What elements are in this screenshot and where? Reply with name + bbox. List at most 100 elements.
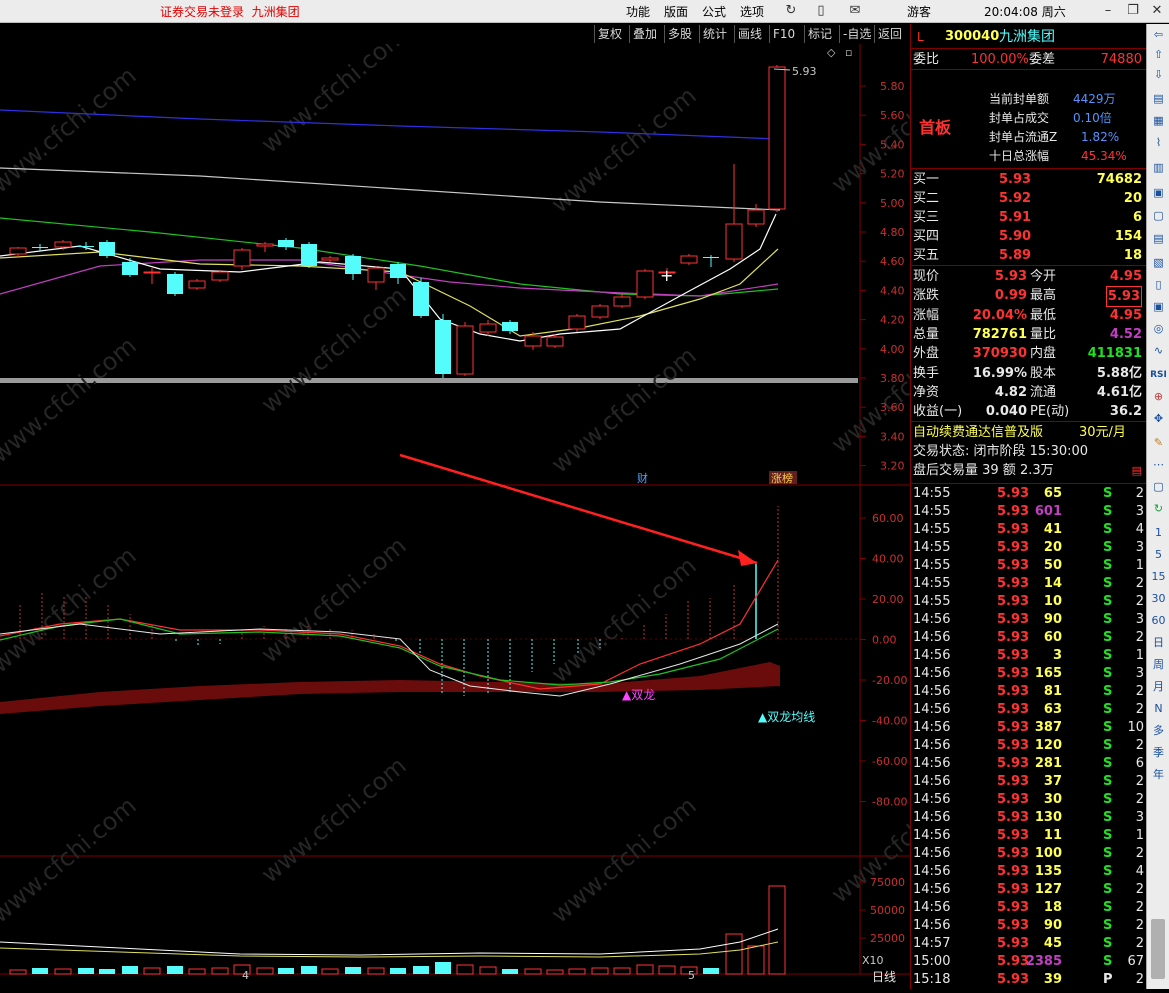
menu-function[interactable]: 功能 [626, 3, 650, 20]
period-button[interactable]: 15 [1149, 568, 1168, 586]
candle-icon[interactable]: ▯ [1149, 276, 1168, 294]
close-icon[interactable]: ✕ [1148, 2, 1166, 20]
draw-line-button[interactable]: 画线 [734, 25, 765, 43]
tick-volume: 18 [1043, 900, 1062, 915]
tick-side: S [1103, 828, 1113, 843]
seal-value: 1.82% [1081, 130, 1120, 144]
book-icon[interactable]: ▧ [1149, 254, 1168, 272]
bid-row[interactable]: 买三 5.91 6 [911, 208, 1146, 227]
bid-row[interactable]: 买五 5.89 18 [911, 246, 1146, 265]
chart-icon[interactable]: ⌇ [1149, 134, 1168, 152]
arrow-down-icon[interactable]: ⇩ [1149, 66, 1168, 84]
seal-line: 封单占成交 0.10倍 [911, 109, 1146, 128]
rsi-button[interactable]: RSI [1149, 366, 1168, 384]
fs-icon[interactable]: ▢ [1149, 478, 1168, 496]
panel-toggle-icon[interactable]: ▫ [845, 46, 852, 59]
period-button[interactable]: 年 [1149, 766, 1168, 784]
favorites-button[interactable]: -自选 [839, 25, 874, 43]
bid-volume: 6 [1132, 210, 1142, 225]
pan-icon[interactable]: ✥ [1149, 410, 1168, 428]
marker-limit-up[interactable]: 涨榜 [771, 471, 793, 485]
statistics-button[interactable]: 统计 [699, 25, 730, 43]
tick-count: 6 [1135, 756, 1144, 771]
period-button[interactable]: 周 [1149, 656, 1168, 674]
bid-row[interactable]: 买四 5.90 154 [911, 227, 1146, 246]
bid-price: 5.90 [999, 229, 1032, 244]
period-daily-tab[interactable]: 日线 [872, 970, 896, 984]
mark-button[interactable]: 标记 [804, 25, 835, 43]
refresh-icon[interactable]: ↻ [782, 2, 800, 20]
menu-layout[interactable]: 版面 [664, 3, 688, 20]
title-bar: 证券交易未登录 九洲集团 功能 版面 公式 选项 ↻ ▯ ✉ 游客 20:04:… [0, 0, 1169, 23]
candle-body [456, 325, 474, 375]
chart-area[interactable]: www.cfchi.com www.cfchi.com www.cfchi.com w… [0, 21, 982, 989]
bid-row[interactable]: 买二 5.92 20 [911, 189, 1146, 208]
document-icon[interactable]: ▯ [812, 2, 830, 20]
fin-icon[interactable]: ▢ [1149, 207, 1168, 225]
tick-side: S [1103, 612, 1113, 627]
period-button[interactable]: 日 [1149, 634, 1168, 652]
pencil-icon[interactable]: ✎ [1149, 434, 1168, 452]
watermark-text: www.cfchi.com [546, 791, 702, 928]
period-button[interactable]: 5 [1149, 546, 1168, 564]
volume-bar [456, 964, 474, 975]
list-icon[interactable]: ▤ [1149, 90, 1168, 108]
bid-row[interactable]: 买一 5.93 74682 [911, 170, 1146, 189]
arrow-left-icon[interactable]: ⇦ [1149, 26, 1168, 44]
period-button[interactable]: 60 [1149, 612, 1168, 630]
candle-body [768, 66, 786, 210]
window-icon[interactable]: ▣ [1149, 298, 1168, 316]
period-button[interactable]: 月 [1149, 678, 1168, 696]
marker-finance[interactable]: 财 [637, 471, 648, 485]
mail-icon[interactable]: ✉ [846, 2, 864, 20]
after-hours: 盘后交易量 39 额 2.3万 [913, 463, 1054, 478]
tick-count: 67 [1127, 954, 1144, 969]
stat-row: 总量 782761 量比 4.52 [911, 325, 1146, 344]
tick-volume: 65 [1043, 486, 1062, 501]
tick-time: 14:55 [913, 558, 951, 573]
menu-formula[interactable]: 公式 [702, 3, 726, 20]
kline-chart-svg[interactable]: www.cfchi.com www.cfchi.com www.cfchi.com w… [0, 21, 982, 989]
promo-price[interactable]: 30元/月 [1079, 423, 1126, 442]
multi-stock-button[interactable]: 多股 [664, 25, 695, 43]
period-button[interactable]: 1 [1149, 524, 1168, 542]
period-button[interactable]: N [1149, 700, 1168, 718]
grid-icon[interactable]: ▦ [1149, 112, 1168, 130]
circle-icon[interactable]: ◎ [1149, 320, 1168, 338]
news-icon[interactable]: ▤ [1149, 230, 1168, 248]
dragon-band [0, 662, 780, 714]
period-button[interactable]: 30 [1149, 590, 1168, 608]
scroll-separator[interactable] [0, 378, 858, 383]
dashes-icon[interactable]: ⋯ [1149, 456, 1168, 474]
table-icon[interactable]: ▥ [1149, 159, 1168, 177]
tick-time: 14:56 [913, 648, 951, 663]
volume-bar [747, 945, 765, 975]
volume-bar [524, 968, 542, 975]
login-warning[interactable]: 证券交易未登录 九洲集团 [160, 3, 300, 20]
zoom-icon[interactable]: ⊕ [1149, 388, 1168, 406]
tick-time: 14:56 [913, 918, 951, 933]
stack-icon[interactable]: ▣ [1149, 184, 1168, 202]
period-button[interactable]: 多 [1149, 722, 1168, 740]
f10-button[interactable]: F10 [769, 25, 798, 43]
maximize-icon[interactable]: ❐ [1124, 2, 1142, 20]
menu-options[interactable]: 选项 [740, 3, 764, 20]
user-label[interactable]: 游客 [907, 3, 931, 20]
restore-rights-button[interactable]: 复权 [594, 25, 625, 43]
sidebar-scrollbar[interactable] [1151, 919, 1165, 979]
period-button[interactable]: 季 [1149, 744, 1168, 762]
wave-icon[interactable]: ∿ [1149, 342, 1168, 360]
overlay-button[interactable]: 叠加 [629, 25, 660, 43]
diamond-icon[interactable]: ◇ [827, 46, 836, 59]
promo-text[interactable]: 自动续费通达信普及版 [913, 423, 1043, 442]
tick-side: S [1103, 648, 1113, 663]
back-button[interactable]: 返回 [874, 25, 905, 43]
promo-row[interactable]: 自动续费通达信普及版 30元/月 [911, 423, 1146, 442]
expand-icon[interactable]: ▤ [1132, 461, 1142, 480]
price-tick-label: 3.80 [880, 372, 905, 385]
indicator-tick-label: -40.00 [872, 715, 907, 728]
refresh-green-icon[interactable]: ↻ [1149, 500, 1168, 518]
volume-bar [568, 968, 586, 975]
minimize-icon[interactable]: – [1099, 2, 1117, 20]
arrow-up-icon[interactable]: ⇧ [1149, 46, 1168, 64]
